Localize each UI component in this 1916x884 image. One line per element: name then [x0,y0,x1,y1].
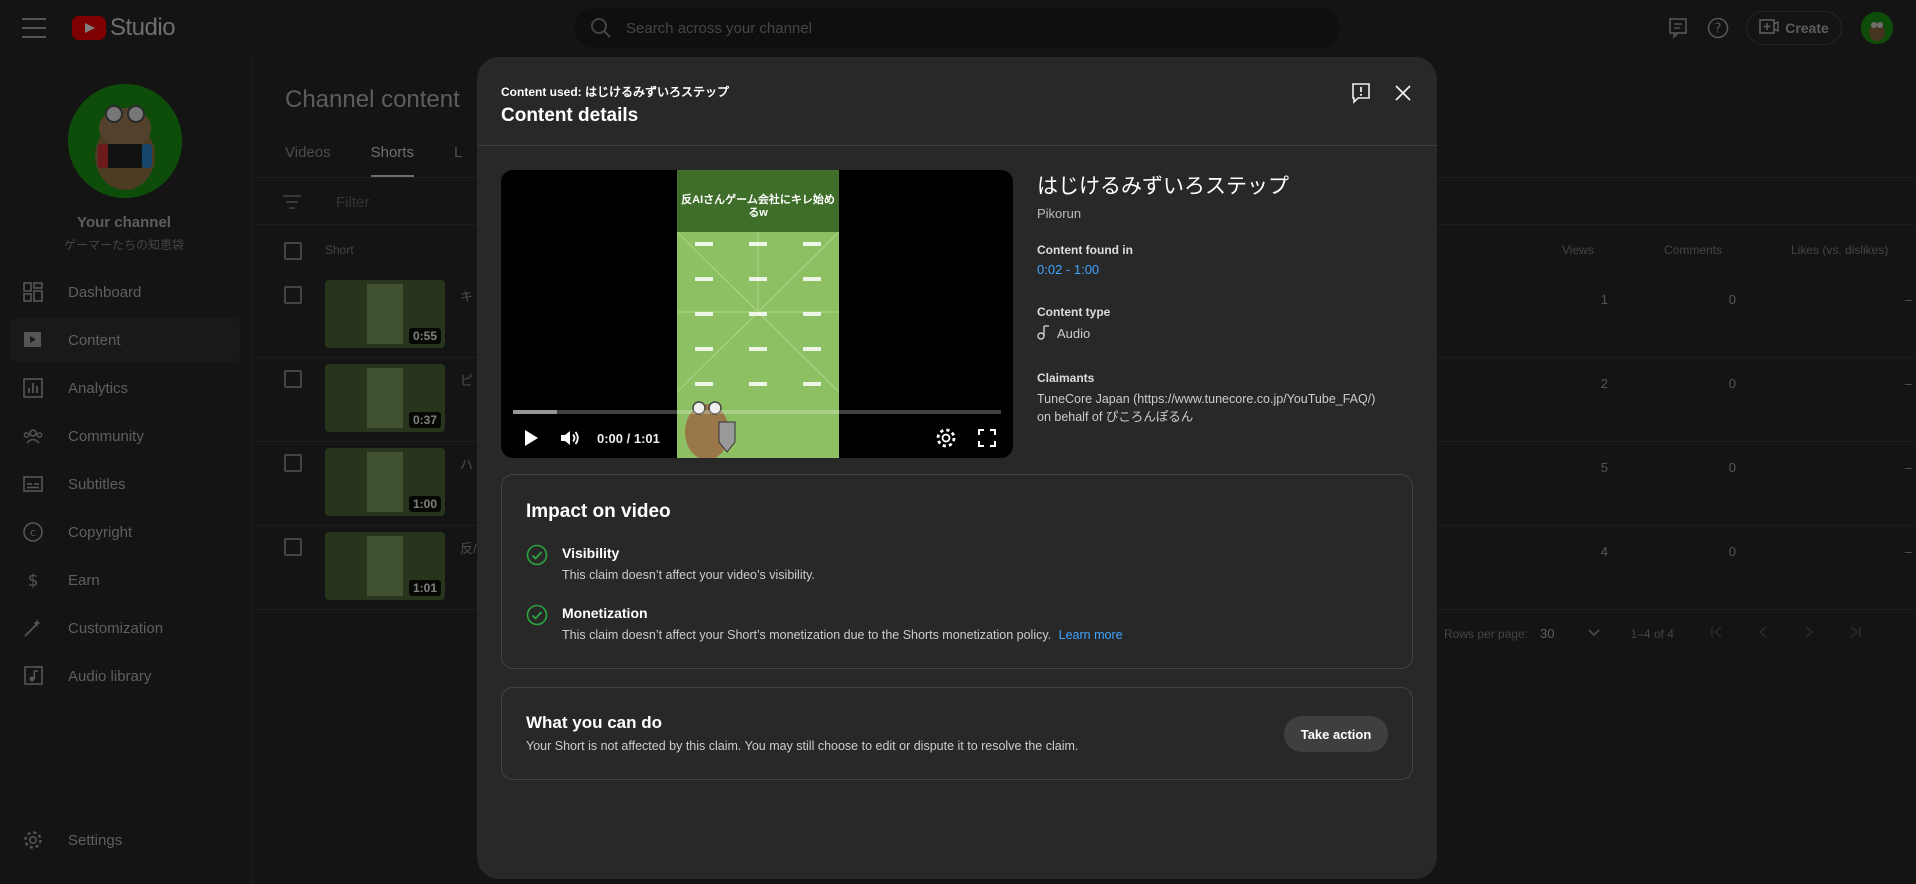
song-title: はじけるみずいろステップ [1037,175,1289,198]
content-details-dialog: Content used: はじけるみずいろステップ Content detai… [477,57,1437,879]
content-found-range[interactable]: 0:02 - 1:00 [1037,262,1417,277]
content-found-label: Content found in [1037,243,1133,257]
claimant-text: TuneCore Japan (https://www.tunecore.co.… [1037,390,1417,426]
monetization-desc-row: This claim doesn’t affect your Short’s m… [562,628,1123,642]
dialog-title: Content details [501,105,639,126]
gear-icon[interactable] [933,425,959,451]
impact-title: Impact on video [526,501,671,522]
learn-more-link[interactable]: Learn more [1059,628,1123,642]
video-player[interactable]: 反AIさんゲーム会社にキレ始めるw 0:00 / 1:01 [501,170,1013,458]
claimant-line-1: TuneCore Japan (https://www.tunecore.co.… [1037,392,1376,406]
visibility-desc: This claim doesn’t affect your video’s v… [562,568,815,582]
take-action-button[interactable]: Take action [1284,716,1388,752]
monetization-title: Monetization [562,605,648,621]
progress-buffered [513,410,557,414]
report-feedback-icon[interactable] [1349,81,1373,105]
check-circle-icon [526,544,548,566]
claimant-line-2: on behalf of ぴころんぽるん [1037,410,1194,424]
content-type-row: Audio [1037,324,1417,343]
studio-app: Studio ? Create [0,0,1916,884]
actions-desc: Your Short is not affected by this claim… [526,739,1079,753]
divider [477,145,1437,146]
claimants-label: Claimants [1037,371,1095,385]
progress-bar[interactable] [513,410,1001,414]
playback-time: 0:00 / 1:01 [597,431,660,446]
monetization-desc: This claim doesn’t affect your Short’s m… [562,628,1052,642]
play-icon[interactable] [517,425,543,451]
music-note-icon [1037,324,1051,343]
fullscreen-icon[interactable] [974,425,1000,451]
content-info: はじけるみずいろステップ Pikorun Content found in 0:… [1037,170,1417,426]
content-type-value: Audio [1057,326,1091,341]
impact-card: Impact on video Visibility This claim do… [501,474,1413,669]
close-icon[interactable] [1391,81,1415,105]
video-banner-text: 反AIさんゲーム会社にキレ始めるw [677,170,839,232]
content-type-label: Content type [1037,305,1111,319]
check-circle-icon [526,604,548,626]
actions-title: What you can do [526,713,662,732]
video-frame: 反AIさんゲーム会社にキレ始めるw [677,170,839,458]
artist-name: Pikorun [1037,206,1082,221]
content-used-label: Content used: はじけるみずいろステップ [501,85,729,99]
volume-icon[interactable] [557,425,583,451]
actions-card: What you can do Your Short is not affect… [501,687,1413,780]
video-art [677,232,839,458]
visibility-title: Visibility [562,545,620,561]
